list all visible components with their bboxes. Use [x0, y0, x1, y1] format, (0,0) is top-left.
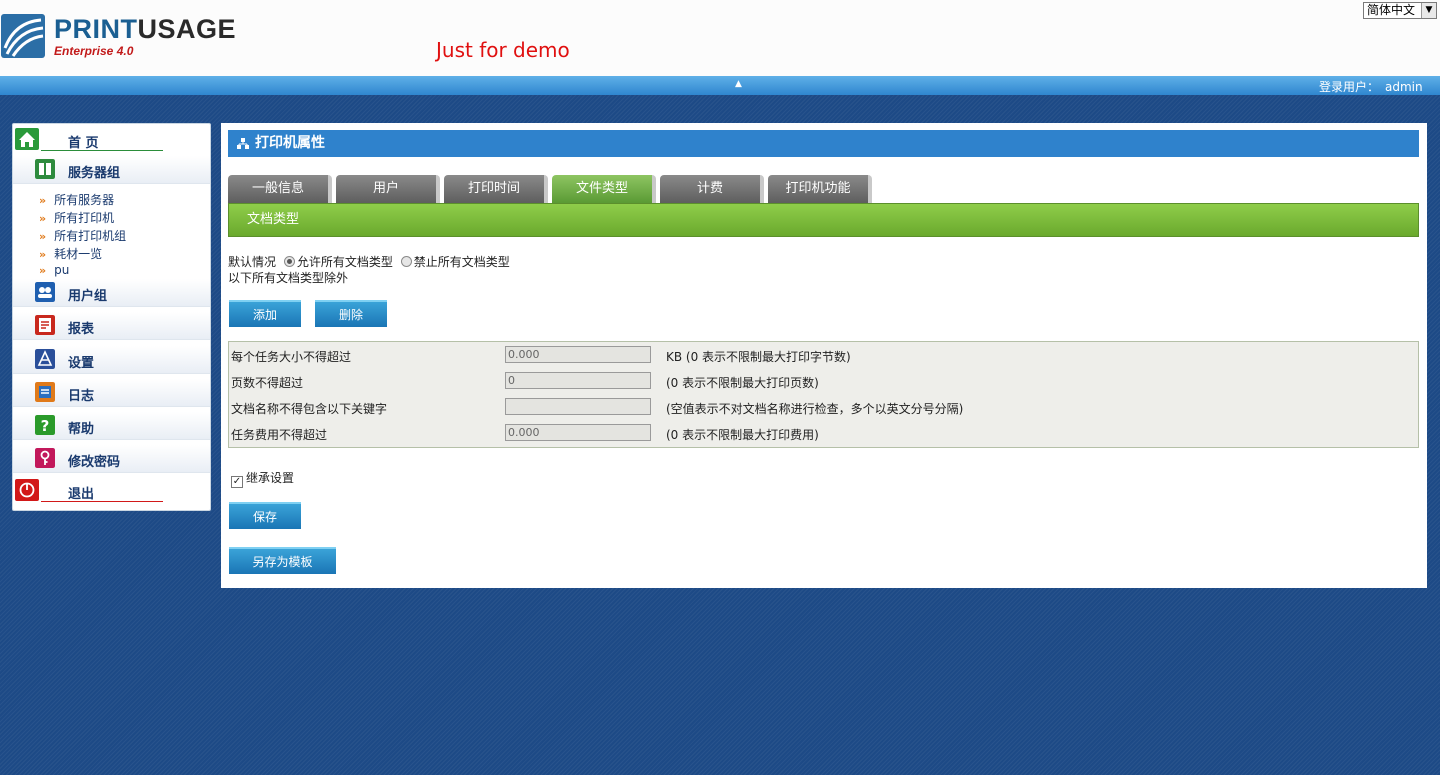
collapse-up-icon[interactable]: ▲	[735, 79, 742, 89]
demo-banner: Just for demo	[436, 38, 570, 62]
key-icon	[35, 448, 55, 468]
cost-input[interactable]: 0.000	[505, 424, 651, 441]
sidebar-item-logs[interactable]: 日志	[13, 379, 210, 407]
divider	[41, 501, 163, 502]
limit-row-pages: 页数不得超过 0 (0 表示不限制最大打印页数)	[229, 368, 1418, 394]
tab-billing[interactable]: 计费	[660, 175, 764, 203]
limit-row-keywords: 文档名称不得包含以下关键字 (空值表示不对文档名称进行检查，多个以英文分号分隔)	[229, 394, 1418, 420]
logo-edition: Enterprise 4.0	[54, 44, 134, 58]
subtab-document-type[interactable]: 文档类型	[228, 203, 1419, 237]
log-icon	[35, 382, 55, 402]
limit-row-job-size: 每个任务大小不得超过 0.000 KB (0 表示不限制最大打印字节数)	[229, 342, 1418, 368]
tab-file-type[interactable]: 文件类型	[552, 175, 656, 203]
limit-hint: (空值表示不对文档名称进行检查，多个以英文分号分隔)	[666, 402, 964, 416]
radio-deny-label: 禁止所有文档类型	[413, 255, 510, 269]
inherit-checkbox[interactable]: ✓	[231, 476, 243, 488]
help-icon: ?	[35, 415, 55, 435]
radio-deny-all[interactable]	[400, 256, 412, 267]
report-icon	[35, 315, 55, 335]
add-button[interactable]: 添加	[229, 300, 301, 327]
inherit-label: 继承设置	[246, 471, 295, 485]
sidebar-subitem-consumables[interactable]: » 耗材一览	[39, 245, 102, 263]
sidebar-item-change-password[interactable]: 修改密码	[13, 445, 210, 473]
inherit-setting: ✓ 继承设置	[231, 469, 294, 488]
home-icon	[15, 128, 39, 150]
server-group-icon	[35, 159, 55, 179]
sidebar-item-home[interactable]: 首 页	[13, 126, 210, 154]
tab-users[interactable]: 用户	[336, 175, 440, 203]
sidebar: 首 页 服务器组 » 所有服务器 » 所有打印机 » 所有打印机组 » 耗材一览 » pu…	[12, 123, 211, 511]
limit-label: 任务费用不得超过	[231, 428, 328, 442]
save-as-template-button[interactable]: 另存为模板	[229, 547, 336, 574]
limits-table: 每个任务大小不得超过 0.000 KB (0 表示不限制最大打印字节数) 页数不…	[228, 341, 1419, 448]
power-icon	[15, 479, 39, 501]
except-text: 以下所有文档类型除外	[228, 271, 349, 285]
top-bar: ▲ 登录用户： admin	[0, 76, 1440, 95]
pages-input[interactable]: 0	[505, 372, 651, 389]
limit-hint: (0 表示不限制最大打印费用)	[666, 428, 819, 442]
sidebar-item-server-group[interactable]: 服务器组	[13, 156, 210, 184]
double-chevron-icon: »	[39, 194, 47, 207]
language-select[interactable]: 简体中文 ▼	[1363, 2, 1437, 19]
tab-printer-functions[interactable]: 打印机功能	[768, 175, 872, 203]
sidebar-item-logout[interactable]: 退出	[13, 477, 210, 505]
printer-properties-panel: 打印机属性 一般信息 用户 打印时间 文件类型 计费 打印机功能 文档类型 默认…	[221, 123, 1427, 588]
printusage-logo-icon	[1, 14, 45, 58]
sidebar-item-settings[interactable]: 设置	[13, 346, 210, 374]
radio-allow-all[interactable]	[283, 256, 295, 267]
logo-text: PRINTUSAGE	[54, 14, 237, 44]
limit-row-cost: 任务费用不得超过 0.000 (0 表示不限制最大打印费用)	[229, 420, 1418, 446]
default-setting: 默认情况 允许所有文档类型 禁止所有文档类型	[228, 253, 510, 270]
default-label: 默认情况	[228, 255, 277, 269]
header: PRINTUSAGE Enterprise 4.0 Just for demo …	[0, 0, 1440, 76]
sidebar-item-help[interactable]: ? 帮助	[13, 412, 210, 440]
settings-icon	[35, 349, 55, 369]
sidebar-subitem-all-printer-groups[interactable]: » 所有打印机组	[39, 227, 126, 245]
sidebar-item-label: 退出	[68, 487, 95, 502]
double-chevron-icon: »	[39, 212, 47, 225]
limit-label: 每个任务大小不得超过	[231, 350, 352, 364]
sidebar-item-reports[interactable]: 报表	[13, 312, 210, 340]
job-size-input[interactable]: 0.000	[505, 346, 651, 363]
radio-allow-label: 允许所有文档类型	[296, 255, 393, 269]
sidebar-item-label: 帮助	[68, 422, 95, 437]
limit-label: 页数不得超过	[231, 376, 304, 390]
page-title: 打印机属性	[255, 135, 325, 151]
users-icon	[35, 282, 55, 302]
sidebar-subitem-all-servers[interactable]: » 所有服务器	[39, 191, 114, 209]
double-chevron-icon: »	[39, 230, 47, 243]
double-chevron-icon: »	[39, 248, 47, 261]
tab-general[interactable]: 一般信息	[228, 175, 332, 203]
sidebar-item-label: 用户组	[68, 289, 108, 304]
tab-print-time[interactable]: 打印时间	[444, 175, 548, 203]
keywords-input[interactable]	[505, 398, 651, 415]
limit-hint: (0 表示不限制最大打印页数)	[666, 376, 819, 390]
logged-in-user: 登录用户： admin	[1319, 80, 1423, 94]
limit-hint: KB (0 表示不限制最大打印字节数)	[666, 350, 851, 364]
sidebar-subitem-all-printers[interactable]: » 所有打印机	[39, 209, 114, 227]
divider	[41, 150, 163, 151]
sidebar-item-label: 日志	[68, 389, 95, 404]
sidebar-item-label: 服务器组	[68, 166, 121, 181]
delete-button[interactable]: 删除	[315, 300, 387, 327]
panel-title-bar: 打印机属性	[228, 130, 1419, 157]
tree-icon	[237, 138, 249, 149]
logo: PRINTUSAGE Enterprise 4.0	[0, 8, 260, 68]
double-chevron-icon: »	[39, 264, 47, 277]
sidebar-item-label: 报表	[68, 322, 95, 337]
sidebar-item-label: 修改密码	[68, 455, 121, 470]
sidebar-item-user-group[interactable]: 用户组	[13, 279, 210, 307]
limit-label: 文档名称不得包含以下关键字	[231, 402, 388, 416]
save-button[interactable]: 保存	[229, 502, 301, 529]
svg-text:?: ?	[41, 417, 50, 435]
sidebar-item-label: 首 页	[68, 136, 99, 151]
chevron-down-icon: ▼	[1421, 3, 1436, 18]
sidebar-item-label: 设置	[68, 356, 95, 371]
